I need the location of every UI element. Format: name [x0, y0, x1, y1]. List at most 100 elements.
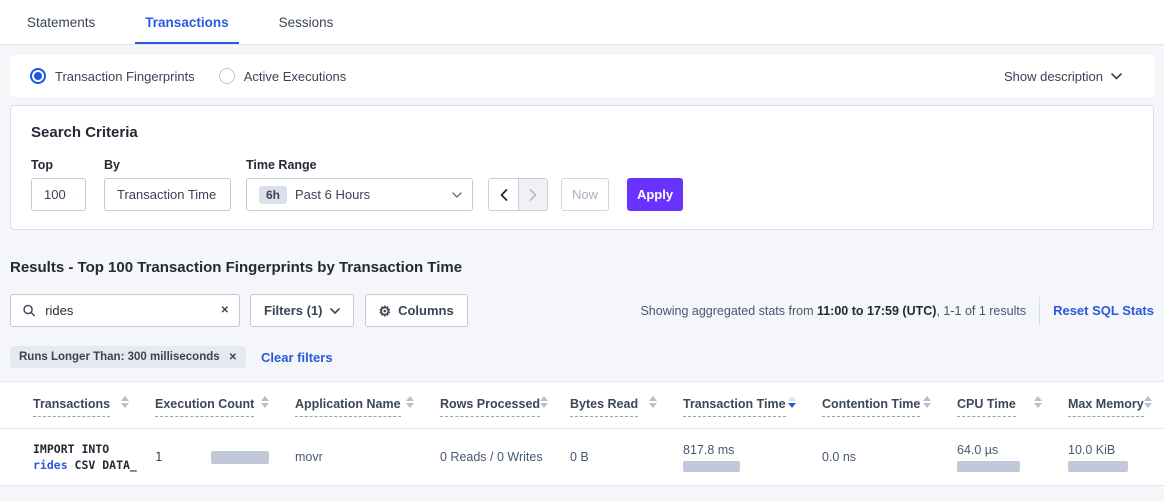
clear-search-icon[interactable]: ✕	[221, 305, 229, 316]
active-filters-row: Runs Longer Than: 300 milliseconds ✕ Cle…	[10, 346, 1154, 368]
sort-descending-icon	[788, 396, 796, 408]
column-header-application-name[interactable]: Application Name	[295, 396, 440, 428]
apply-button[interactable]: Apply	[627, 178, 683, 211]
transaction-link[interactable]: rides	[33, 458, 68, 472]
sql-line-1: IMPORT INTO	[33, 441, 155, 457]
table-header-row: Transactions Execution Count Application…	[0, 382, 1164, 429]
table-row[interactable]: IMPORT INTO rides CSV DATA_ 1 movr 0 Rea…	[0, 429, 1164, 485]
by-label: By	[104, 158, 231, 172]
vertical-divider	[1039, 297, 1040, 325]
cell-transaction-time: 817.8 ms	[683, 443, 822, 472]
cell-rows-processed: 0 Reads / 0 Writes	[440, 450, 570, 464]
column-header-contention-time[interactable]: Contention Time	[822, 396, 957, 428]
sort-icon	[261, 396, 269, 408]
next-time-range-button[interactable]	[518, 179, 547, 210]
clear-filters-link[interactable]: Clear filters	[261, 350, 333, 365]
sort-icon	[406, 396, 414, 408]
column-label: Transaction Time	[683, 397, 786, 417]
cell-bytes-read: 0 B	[570, 450, 683, 464]
gear-icon: ⚙	[379, 304, 392, 318]
max-memory-value: 10.0 KiB	[1068, 443, 1154, 457]
tab-transactions[interactable]: Transactions	[135, 0, 238, 44]
results-heading: Results - Top 100 Transaction Fingerprin…	[10, 259, 1154, 276]
sort-icon	[923, 396, 931, 408]
tab-sessions-label: Sessions	[279, 15, 334, 30]
sort-icon	[540, 396, 548, 408]
results-table: Transactions Execution Count Application…	[0, 381, 1164, 486]
show-description-label: Show description	[1004, 69, 1103, 84]
column-header-transaction-time[interactable]: Transaction Time	[683, 396, 822, 428]
chevron-down-icon	[452, 192, 462, 198]
radio-active-executions[interactable]: Active Executions	[219, 68, 347, 84]
execution-count-value: 1	[155, 450, 211, 464]
cpu-time-bar	[957, 461, 1020, 472]
cell-application-name: movr	[295, 450, 440, 464]
chevron-down-icon	[330, 308, 340, 314]
tab-statements[interactable]: Statements	[17, 0, 105, 44]
search-criteria-panel: Search Criteria Top 100 By Transaction T…	[10, 105, 1154, 230]
column-label: Execution Count	[155, 397, 254, 417]
filters-button[interactable]: Filters (1)	[250, 294, 354, 327]
filter-chip-label: Runs Longer Than: 300 milliseconds	[19, 351, 220, 363]
time-range-label: Time Range	[246, 158, 473, 172]
time-range-field: Time Range 6h Past 6 Hours	[246, 158, 473, 211]
radio-active-executions-label: Active Executions	[244, 69, 347, 84]
aggregated-stats-text: Showing aggregated stats from 11:00 to 1…	[640, 304, 1026, 318]
time-range-select[interactable]: 6h Past 6 Hours	[246, 178, 473, 211]
cpu-time-value: 64.0 µs	[957, 443, 1068, 457]
radio-transaction-fingerprints[interactable]: Transaction Fingerprints	[30, 68, 195, 84]
column-label: Bytes Read	[570, 397, 638, 417]
search-criteria-title: Search Criteria	[31, 124, 1133, 141]
top-field: Top 100	[31, 158, 86, 211]
reset-sql-stats-link[interactable]: Reset SQL Stats	[1053, 303, 1154, 318]
cell-transaction-fingerprint[interactable]: IMPORT INTO rides CSV DATA_	[33, 441, 155, 473]
by-select-value: Transaction Time	[117, 187, 216, 202]
sort-icon	[121, 396, 129, 408]
column-header-cpu-time[interactable]: CPU Time	[957, 396, 1068, 428]
execution-count-bar	[211, 451, 269, 464]
sort-icon	[1144, 396, 1152, 408]
radio-transaction-fingerprints-label: Transaction Fingerprints	[55, 69, 195, 84]
results-toolbar: ✕ Filters (1) ⚙ Columns Showing aggregat…	[10, 294, 1154, 327]
by-select[interactable]: Transaction Time	[104, 178, 231, 211]
show-description-toggle[interactable]: Show description	[1004, 69, 1134, 84]
cell-execution-count: 1	[155, 450, 295, 464]
tab-sessions[interactable]: Sessions	[269, 0, 344, 44]
search-icon	[23, 304, 35, 317]
page-content: Transaction Fingerprints Active Executio…	[0, 55, 1164, 486]
column-header-transactions[interactable]: Transactions	[33, 396, 155, 428]
column-header-max-memory[interactable]: Max Memory	[1068, 396, 1156, 428]
now-button[interactable]: Now	[561, 178, 609, 211]
column-label: Transactions	[33, 397, 110, 417]
search-criteria-controls: Top 100 By Transaction Time Time Range	[31, 158, 1133, 211]
filters-button-label: Filters (1)	[264, 303, 323, 318]
search-box: ✕	[10, 294, 240, 327]
top-select[interactable]: 100	[31, 178, 86, 211]
by-field: By Transaction Time	[104, 158, 231, 211]
previous-time-range-button[interactable]	[489, 179, 518, 210]
column-header-execution-count[interactable]: Execution Count	[155, 396, 295, 428]
transaction-time-bar	[683, 461, 740, 472]
column-label: Rows Processed	[440, 397, 540, 417]
column-label: Max Memory	[1068, 397, 1144, 417]
columns-button-label: Columns	[398, 303, 454, 318]
transaction-time-value: 817.8 ms	[683, 443, 822, 457]
column-label: CPU Time	[957, 397, 1016, 417]
column-header-rows-processed[interactable]: Rows Processed	[440, 396, 570, 428]
column-header-bytes-read[interactable]: Bytes Read	[570, 396, 683, 428]
time-range-badge: 6h	[259, 186, 287, 204]
cell-cpu-time: 64.0 µs	[957, 443, 1068, 472]
stats-suffix: , 1-1 of 1 results	[936, 304, 1026, 318]
chevron-down-icon	[74, 192, 75, 198]
columns-button[interactable]: ⚙ Columns	[365, 294, 468, 327]
time-range-value: Past 6 Hours	[295, 187, 444, 202]
search-input[interactable]	[43, 302, 212, 319]
chevron-down-icon	[1111, 73, 1122, 80]
max-memory-bar	[1068, 461, 1128, 472]
tab-statements-label: Statements	[27, 15, 95, 30]
column-label: Contention Time	[822, 397, 920, 417]
filter-chip: Runs Longer Than: 300 milliseconds ✕	[10, 346, 246, 368]
stats-prefix: Showing aggregated stats from	[640, 304, 817, 318]
tab-bar: Statements Transactions Sessions	[0, 0, 1164, 45]
remove-filter-icon[interactable]: ✕	[229, 352, 237, 363]
